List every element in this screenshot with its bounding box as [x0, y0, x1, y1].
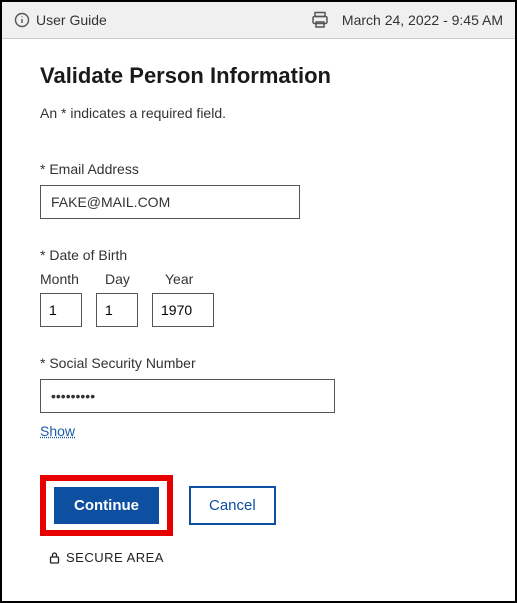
ssn-group: * Social Security Number Show: [40, 355, 477, 441]
secure-label: SECURE AREA: [66, 550, 164, 565]
dob-label: * Date of Birth: [40, 247, 477, 263]
dob-year-field[interactable]: [152, 293, 214, 327]
main-content: Validate Person Information An * indicat…: [2, 39, 515, 589]
ssn-label: * Social Security Number: [40, 355, 477, 371]
email-group: * Email Address: [40, 161, 477, 219]
required-hint: An * indicates a required field.: [40, 105, 477, 121]
print-icon[interactable]: [310, 10, 330, 30]
user-guide-link[interactable]: User Guide: [14, 12, 107, 28]
email-field[interactable]: [40, 185, 300, 219]
datetime-label: March 24, 2022 - 9:45 AM: [342, 12, 503, 28]
lock-icon: [48, 551, 61, 564]
cancel-button[interactable]: Cancel: [189, 486, 276, 525]
dob-year-label: Year: [165, 271, 225, 287]
continue-highlight: Continue: [40, 475, 173, 536]
page-title: Validate Person Information: [40, 63, 477, 89]
dob-month-label: Month: [40, 271, 85, 287]
dob-month-field[interactable]: [40, 293, 82, 327]
info-icon: [14, 12, 30, 28]
dob-group: * Date of Birth Month Day Year: [40, 247, 477, 327]
top-bar: User Guide March 24, 2022 - 9:45 AM: [2, 2, 515, 39]
email-label: * Email Address: [40, 161, 477, 177]
secure-area: SECURE AREA: [48, 550, 477, 565]
continue-button[interactable]: Continue: [54, 487, 159, 524]
ssn-field[interactable]: [40, 379, 335, 413]
ssn-show-toggle[interactable]: Show: [40, 423, 75, 439]
dob-day-label: Day: [105, 271, 145, 287]
button-row: Continue Cancel: [40, 475, 477, 536]
dob-day-field[interactable]: [96, 293, 138, 327]
user-guide-label: User Guide: [36, 12, 107, 28]
